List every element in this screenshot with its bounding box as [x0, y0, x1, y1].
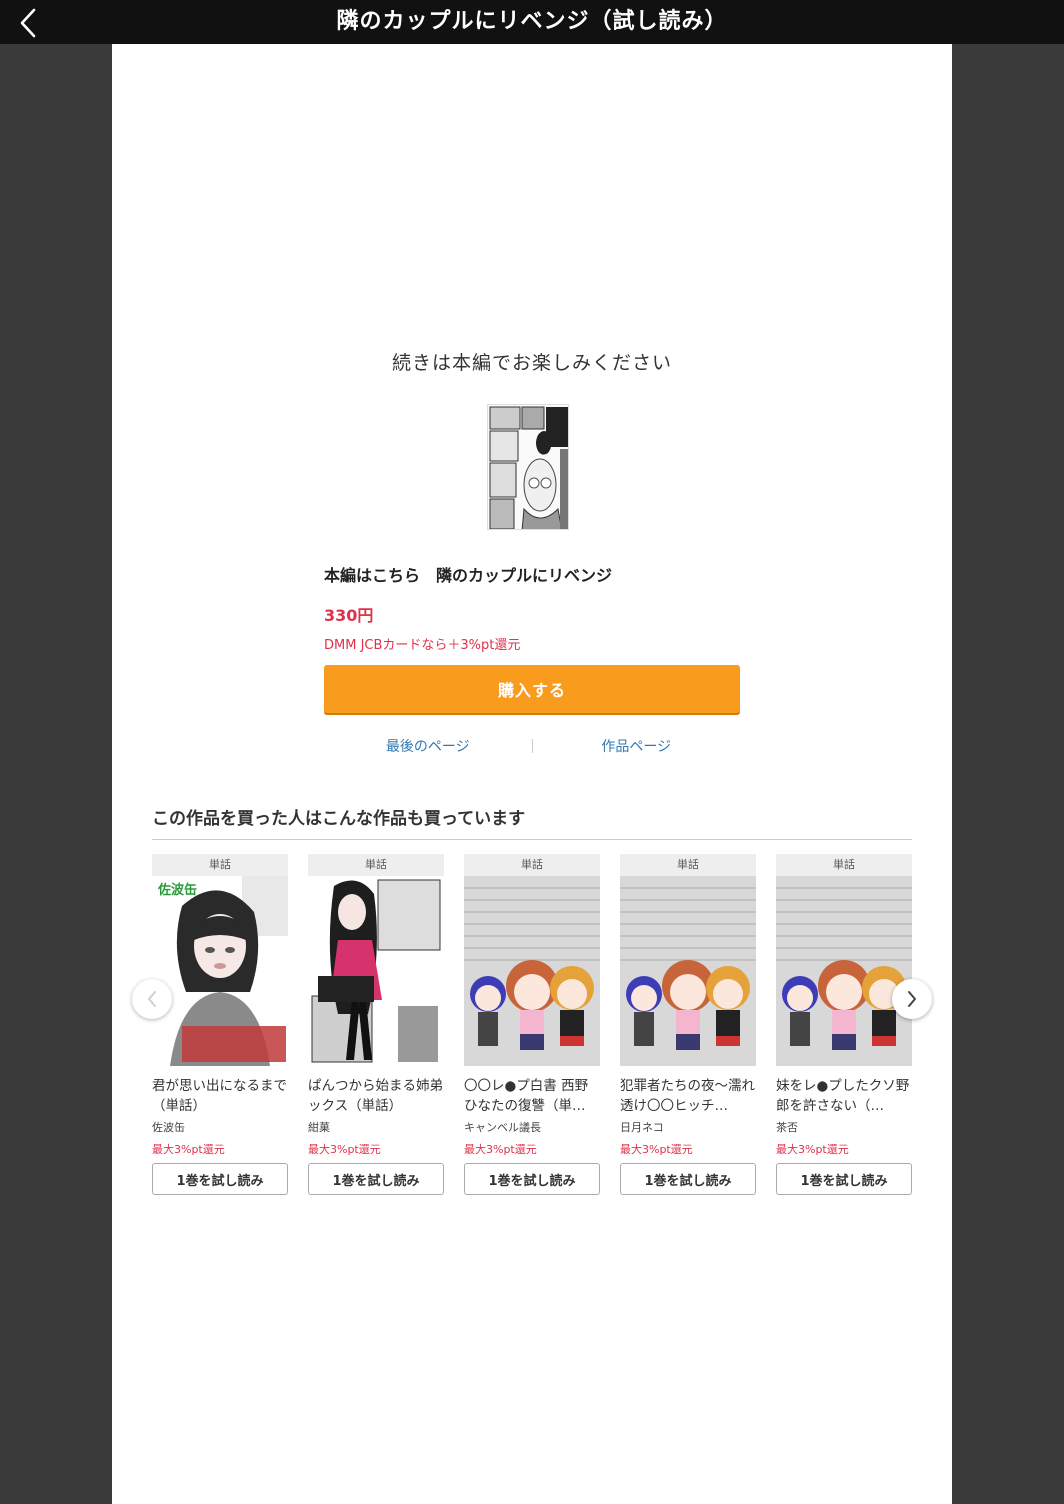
continue-message: 続きは本編でお楽しみください: [391, 352, 672, 374]
card-cover-image[interactable]: [308, 876, 444, 1066]
card-points: 最大3%pt還元: [776, 1143, 849, 1156]
card-author[interactable]: 佐波缶: [152, 1119, 288, 1135]
purchase-block: 本編はこちら 隣のカップルにリベンジ 330円 DMM JCBカードなら＋3%p…: [324, 562, 740, 713]
card-tag: 単話: [464, 854, 600, 876]
card-title[interactable]: 妹をレ●プしたクソ野郎を許さない（…: [776, 1076, 912, 1116]
cover-illustration: [620, 876, 756, 1066]
last-page-link[interactable]: 最後のページ: [324, 736, 532, 756]
page-title: 隣のカップルにリベンジ（試し読み）: [336, 9, 728, 34]
card-author[interactable]: 日月ネコ: [620, 1119, 756, 1135]
recommendations-carousel: 単話 佐波缶 君が思い出になるまで（単話） 佐波缶 最大3%pt還元 1巻を試し…: [132, 854, 932, 1199]
chevron-left-icon: [148, 991, 156, 1007]
recommendation-card[interactable]: 単話 佐波缶 君が思い出になるまで（単話） 佐波缶 最大3%pt還元 1巻を試し…: [152, 854, 288, 1195]
full-version-title[interactable]: 本編はこちら 隣のカップルにリベンジ: [324, 562, 740, 586]
buy-button[interactable]: 購入する: [324, 665, 740, 713]
card-points: 最大3%pt還元: [152, 1143, 225, 1156]
recommendation-card[interactable]: 単話: [464, 854, 600, 1195]
content-panel: 続きは本編でお楽しみください 本編はこちら 隣のカップルにリベンジ 330円 D…: [112, 44, 952, 1504]
manga-page-illustration: [488, 405, 568, 529]
trial-read-button[interactable]: 1巻を試し読み: [152, 1163, 288, 1195]
cover-illustration: 佐波缶: [152, 876, 288, 1066]
card-points: 最大3%pt還元: [620, 1143, 693, 1156]
back-button[interactable]: [10, 6, 46, 40]
recommendations-heading: この作品を買った人はこんな作品も買っています: [152, 804, 912, 840]
recommendation-card[interactable]: 単話: [620, 854, 756, 1195]
carousel-prev-button[interactable]: [132, 979, 172, 1019]
trial-read-button[interactable]: 1巻を試し読み: [464, 1163, 600, 1195]
card-cover-image[interactable]: [464, 876, 600, 1066]
card-tag: 単話: [776, 854, 912, 876]
card-tag: 単話: [620, 854, 756, 876]
recommendation-card[interactable]: 単話: [776, 854, 912, 1195]
card-author[interactable]: 茶否: [776, 1119, 912, 1135]
card-author[interactable]: キャンベル議長: [464, 1119, 600, 1135]
card-cover-image[interactable]: 佐波缶: [152, 876, 288, 1066]
cover-illustration: [308, 876, 444, 1066]
top-bar: 隣のカップルにリベンジ（試し読み）: [0, 0, 1064, 44]
card-points: 最大3%pt還元: [308, 1143, 381, 1156]
jcb-point-note: DMM JCBカードなら＋3%pt還元: [324, 638, 521, 653]
card-cover-image[interactable]: [620, 876, 756, 1066]
cover-author-overlay: 佐波缶: [157, 882, 197, 898]
recommendation-card[interactable]: 単話 ぱんつから始まる姉弟ックス（単話） 紺菓 最大3%pt還元 1巻を試し読み: [308, 854, 444, 1195]
chevron-left-icon: [20, 8, 36, 38]
card-cover-image[interactable]: [776, 876, 912, 1066]
card-title[interactable]: 〇〇レ●プ白書 西野ひなたの復讐（単…: [464, 1076, 600, 1116]
trial-read-button[interactable]: 1巻を試し読み: [620, 1163, 756, 1195]
card-tag: 単話: [152, 854, 288, 876]
carousel-next-button[interactable]: [892, 979, 932, 1019]
page-links: 最後のページ 作品ページ: [324, 736, 740, 756]
cover-illustration: [776, 876, 912, 1066]
card-title[interactable]: 君が思い出になるまで（単話）: [152, 1076, 288, 1116]
trial-read-button[interactable]: 1巻を試し読み: [776, 1163, 912, 1195]
chevron-right-icon: [908, 991, 916, 1007]
card-points: 最大3%pt還元: [464, 1143, 537, 1156]
card-title[interactable]: 犯罪者たちの夜〜濡れ透け〇〇ヒッチ…: [620, 1076, 756, 1116]
trial-read-button[interactable]: 1巻を試し読み: [308, 1163, 444, 1195]
card-author[interactable]: 紺菓: [308, 1119, 444, 1135]
price-label: 330円: [324, 606, 374, 625]
card-tag: 単話: [308, 854, 444, 876]
card-title[interactable]: ぱんつから始まる姉弟ックス（単話）: [308, 1076, 444, 1116]
work-page-link[interactable]: 作品ページ: [533, 736, 741, 756]
cover-illustration: [464, 876, 600, 1066]
main-cover-image[interactable]: [487, 404, 569, 530]
